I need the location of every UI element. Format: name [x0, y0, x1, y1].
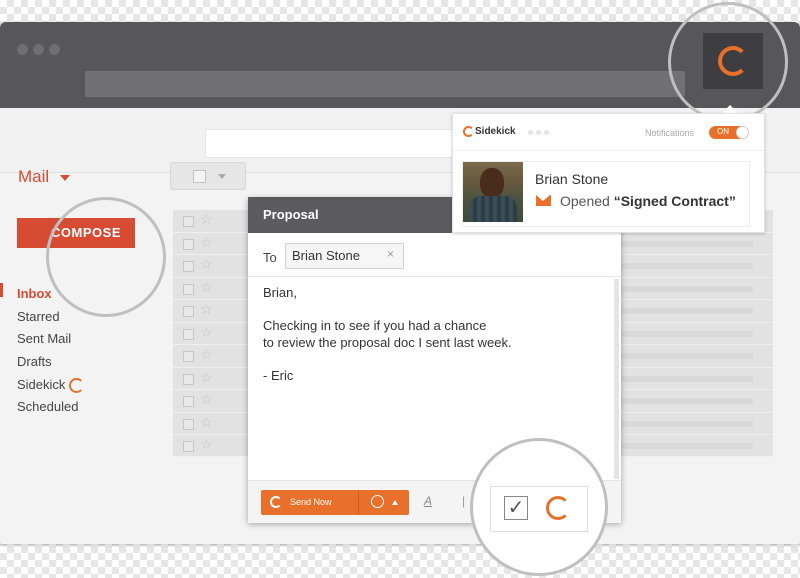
placeholder-bar [621, 263, 753, 269]
envelope-flap [536, 195, 550, 201]
placeholder-bar [621, 398, 753, 404]
inbox-active-marker [0, 283, 3, 297]
star-icon[interactable]: ☆ [200, 234, 213, 251]
checkbox-icon[interactable] [183, 261, 194, 272]
pager-dot [544, 130, 549, 135]
placeholder-bar [621, 353, 753, 359]
sidebar-item-scheduled[interactable]: Scheduled [17, 399, 78, 414]
checkbox-icon[interactable] [183, 396, 194, 407]
avatar-shirt [469, 196, 517, 222]
checkbox-icon[interactable] [183, 328, 194, 340]
star-icon[interactable]: ☆ [200, 279, 213, 296]
activity-text: Opened “Signed Contract” [560, 193, 736, 209]
avatar [463, 162, 523, 222]
envelope-icon [536, 195, 551, 206]
activity-action: Opened [560, 193, 610, 209]
sidekick-popover: Sidekick Notifications ON Brian Stone Op… [452, 113, 765, 233]
window-minimize-dot[interactable] [33, 44, 44, 55]
pager-dot [536, 130, 541, 135]
placeholder-bar [621, 375, 753, 382]
checkbox-icon[interactable] [183, 283, 194, 295]
sidekick-logo-icon[interactable] [546, 496, 570, 520]
divider [248, 276, 621, 277]
address-bar[interactable] [85, 71, 685, 97]
star-icon[interactable]: ☆ [200, 436, 213, 453]
divider [358, 490, 359, 515]
placeholder-bar [621, 330, 753, 337]
toggle-knob [736, 126, 749, 139]
star-icon[interactable]: ☆ [200, 391, 213, 408]
star-icon[interactable]: ☆ [200, 346, 213, 363]
sidekick-extension-button[interactable] [703, 33, 763, 89]
checkbox-icon[interactable] [183, 306, 194, 317]
document-name: “Signed Contract” [613, 193, 736, 209]
clock-icon[interactable] [371, 495, 384, 508]
sidebar-item-inbox[interactable]: Inbox [17, 286, 52, 301]
notifications-label: Notifications [645, 128, 695, 138]
scrollbar[interactable] [614, 279, 619, 479]
star-icon[interactable]: ☆ [200, 211, 213, 228]
send-now-label: Send Now [290, 497, 332, 507]
paperclip-icon[interactable]: | [462, 494, 465, 508]
to-label: To [263, 250, 277, 265]
notification-card[interactable]: Brian Stone Opened “Signed Contract” [462, 161, 750, 227]
sidekick-logo-icon [270, 496, 282, 508]
send-now-button[interactable]: Send Now [261, 490, 409, 515]
chevron-up-icon[interactable] [392, 500, 398, 505]
notifications-toggle[interactable]: ON [709, 126, 749, 139]
sidekick-brand: Sidekick [475, 126, 516, 137]
track-checkbox[interactable]: ✓ [504, 496, 528, 520]
recipient-chip[interactable]: Brian Stone × [285, 243, 404, 269]
pager-dot [528, 130, 533, 135]
sidekick-logo-icon [718, 46, 748, 76]
checkbox-icon[interactable] [183, 441, 194, 452]
checkbox-icon[interactable] [183, 238, 194, 250]
star-icon[interactable]: ☆ [200, 301, 213, 318]
checkbox-icon[interactable] [183, 418, 194, 430]
sidebar-item-sent-mail[interactable]: Sent Mail [17, 331, 71, 346]
recipient-name: Brian Stone [292, 248, 360, 263]
window-close-dot[interactable] [17, 44, 28, 55]
sidebar-item-label: Sidekick [17, 377, 66, 392]
placeholder-bar [621, 240, 753, 247]
mail-menu-label[interactable]: Mail [18, 167, 49, 187]
placeholder-bar [621, 420, 753, 427]
sidebar-item-starred[interactable]: Starred [17, 309, 60, 324]
sidekick-logo-icon [69, 378, 85, 394]
divider [453, 150, 764, 151]
placeholder-bar [621, 443, 753, 449]
select-all-button[interactable] [170, 162, 246, 190]
sidekick-logo-icon [463, 126, 474, 137]
checkbox-icon[interactable] [183, 373, 194, 385]
star-icon[interactable]: ☆ [200, 256, 213, 273]
contact-name: Brian Stone [535, 171, 609, 187]
star-icon[interactable]: ☆ [200, 414, 213, 431]
star-icon[interactable]: ☆ [200, 369, 213, 386]
checkbox-icon[interactable] [183, 216, 194, 227]
close-icon[interactable]: × [387, 247, 394, 261]
chevron-down-icon[interactable] [60, 175, 70, 181]
highlight-ring [46, 197, 166, 317]
sidebar-item-sidekick[interactable]: Sidekick [17, 377, 85, 394]
placeholder-bar [621, 285, 753, 292]
message-body[interactable]: Brian, Checking in to see if you had a c… [263, 285, 603, 384]
checkbox-icon[interactable] [183, 351, 194, 362]
star-icon[interactable]: ☆ [200, 324, 213, 341]
toggle-label: ON [717, 127, 729, 136]
tracking-options: ✓ [490, 486, 588, 532]
window-maximize-dot[interactable] [49, 44, 60, 55]
placeholder-bar [621, 308, 753, 314]
checkbox-icon [193, 170, 206, 183]
chevron-down-icon [218, 174, 226, 179]
avatar-face [480, 168, 504, 198]
sidebar-item-drafts[interactable]: Drafts [17, 354, 52, 369]
text-format-icon[interactable]: A [424, 494, 432, 508]
